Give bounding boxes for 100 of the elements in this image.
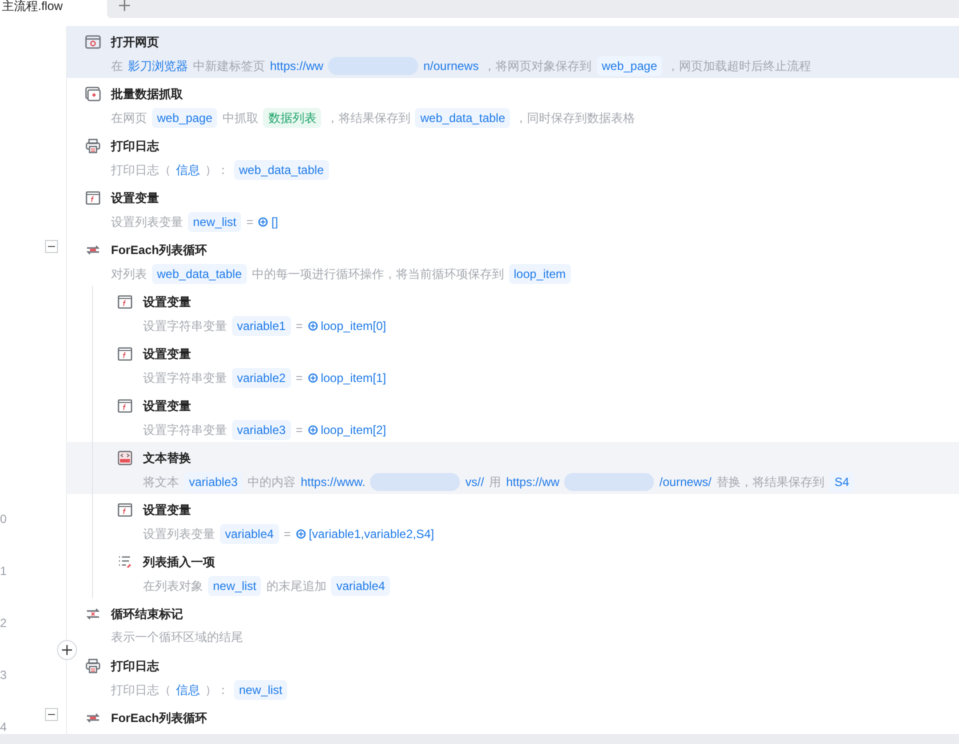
function-icon <box>117 294 133 310</box>
description-text: = <box>246 214 254 231</box>
line-number: 0 <box>0 511 7 528</box>
step-row[interactable]: 文本替换 将文本 variable3 中的内容 https://www. vs// 用 https://ww /ournews/ 替换，将结果保存到 S4 <box>66 442 959 494</box>
variable-chip[interactable]: variable1 <box>232 316 291 336</box>
description-text: ，同时保存到数据表格 <box>515 110 636 127</box>
step-title: 循环结束标记 <box>111 606 183 623</box>
parameter-link[interactable]: 信息 <box>176 681 200 699</box>
data-tag[interactable]: 数据列表 <box>263 108 322 128</box>
description-text: 中的每一项进行循环操作，将当前循环项保存到 <box>252 266 504 283</box>
step-title: 打印日志 <box>111 658 159 675</box>
expression-value[interactable]: [variable1,variable2,S4] <box>308 525 434 543</box>
function-icon <box>117 502 133 518</box>
step-title: 设置变量 <box>143 398 191 415</box>
loop-arrows-icon <box>85 606 101 622</box>
variable-chip[interactable]: web_data_table <box>234 160 329 180</box>
browser-window-icon <box>85 34 101 50</box>
description-text: 中抓取 <box>222 110 258 127</box>
line-number: 2 <box>0 615 7 632</box>
expression-icon <box>258 217 268 227</box>
variable-chip[interactable]: web_page <box>152 108 218 128</box>
variable-chip[interactable]: loop_item <box>508 264 571 284</box>
variable-chip[interactable]: new_list <box>188 212 242 232</box>
step-row[interactable]: 设置变量 设置列表变量 new_list = [] <box>66 182 959 234</box>
variable-chip[interactable]: S4 <box>829 472 854 492</box>
variable-chip[interactable]: web_data_table <box>415 108 510 128</box>
printer-icon <box>85 658 101 674</box>
description-text: ，将网页对象保存到 <box>484 58 592 75</box>
description-text: ，网页加载超时后终止流程 <box>667 58 812 75</box>
variable-chip[interactable]: variable3 <box>184 472 243 492</box>
variable-chip[interactable]: new_list <box>208 576 262 596</box>
step-title: 打开网页 <box>111 34 159 51</box>
function-icon <box>85 190 101 206</box>
line-number: 1 <box>0 563 7 580</box>
description-text: 将文本 <box>143 474 179 491</box>
step-row[interactable]: 列表插入一项 在列表对象 new_list 的末尾追加 variable4 <box>66 546 959 598</box>
variable-chip[interactable]: web_data_table <box>152 264 247 284</box>
description-text: = <box>296 370 303 387</box>
step-row[interactable]: 打印日志 打印日志（ 信息 ）： web_data_table <box>66 130 959 182</box>
parameter-link[interactable]: https://ww <box>270 57 324 75</box>
description-text: 替换，将结果保存到 <box>716 474 824 491</box>
function-icon <box>117 346 133 362</box>
step-title: 打印日志 <box>111 138 159 155</box>
list-edit-icon <box>117 554 133 570</box>
expression-value[interactable]: [] <box>271 213 278 231</box>
description-text: = <box>284 526 291 543</box>
step-row[interactable]: 设置变量 设置字符串变量 variable1 = loop_item[0] <box>66 286 959 338</box>
parameter-link[interactable]: https://ww <box>506 473 560 491</box>
parameter-link[interactable]: 信息 <box>176 161 200 179</box>
description-text: 设置列表变量 <box>143 526 215 543</box>
description-text: 的末尾追加 <box>266 578 326 595</box>
line-number: 3 <box>0 667 7 684</box>
variable-chip[interactable]: variable3 <box>232 420 291 440</box>
parameter-link[interactable]: 影刀浏览器 <box>128 57 188 75</box>
printer-icon <box>85 138 101 154</box>
add-tab-icon[interactable] <box>119 0 130 11</box>
step-row[interactable]: 批量数据抓取 在网页 web_page 中抓取 数据列表 ，将结果保存到 web_data_table ，同时保存到数据表格 <box>66 78 959 130</box>
description-text: 在 <box>111 58 123 75</box>
expression-icon <box>308 373 318 383</box>
variable-chip[interactable]: variable4 <box>331 576 390 596</box>
step-title: ForEach列表循环 <box>111 242 208 259</box>
variable-chip[interactable]: variable2 <box>232 368 291 388</box>
description-text: 对列表 <box>111 266 147 283</box>
collapse-toggle[interactable] <box>45 708 58 721</box>
expression-value[interactable]: loop_item[2] <box>320 421 386 439</box>
step-row[interactable]: 设置变量 设置字符串变量 variable2 = loop_item[1] <box>66 338 959 390</box>
step-title: 设置变量 <box>111 190 159 207</box>
description-text: 设置字符串变量 <box>143 422 227 439</box>
description-text: 设置列表变量 <box>111 214 183 231</box>
variable-chip[interactable]: new_list <box>234 680 288 700</box>
description-text: ）： <box>205 682 229 699</box>
step-title: 列表插入一项 <box>143 554 215 571</box>
variable-chip[interactable]: variable4 <box>220 524 279 544</box>
description-text: = <box>296 422 303 439</box>
collapse-toggle[interactable] <box>45 240 58 253</box>
parameter-link[interactable]: vs// <box>465 473 484 491</box>
step-row[interactable]: 设置变量 设置列表变量 variable4 = [variable1,variable2,S4] <box>66 494 959 546</box>
step-row[interactable]: ForEach列表循环 对列表 web_data_table 中的每一项进行循环操作，将当前循环项保存到 loop_item <box>66 234 959 286</box>
parameter-link[interactable]: https://www. <box>300 473 366 491</box>
window-stack-icon <box>85 86 101 102</box>
add-step-button[interactable] <box>57 640 77 660</box>
expression-icon <box>308 321 318 331</box>
description-text: ，将结果保存到 <box>326 110 410 127</box>
parameter-link[interactable]: /ournews/ <box>659 473 712 491</box>
parameter-link[interactable]: n/ournews <box>423 57 479 75</box>
description-text: 在网页 <box>111 110 147 127</box>
step-row[interactable]: 打印日志 打印日志（ 信息 ）： new_list <box>66 650 959 702</box>
step-row[interactable]: 打开网页 在 影刀浏览器 中新建标签页 https://ww n/ournews ，将网页对象保存到 web_page ，网页加载超时后终止流程 <box>66 26 959 78</box>
code-window-icon <box>117 450 133 466</box>
variable-chip[interactable]: web_page <box>596 56 662 76</box>
step-title: 设置变量 <box>143 502 191 519</box>
description-text: 设置字符串变量 <box>143 318 227 335</box>
description-text: 用 <box>489 474 502 491</box>
plus-icon <box>62 645 72 655</box>
expression-value[interactable]: loop_item[0] <box>320 317 386 335</box>
expression-value[interactable]: loop_item[1] <box>320 369 386 387</box>
description-text: 中的内容 <box>248 474 296 491</box>
description-text: 打印日志（ <box>111 162 171 179</box>
description-text: 表示一个循环区域的结尾 <box>111 629 243 646</box>
step-title: 批量数据抓取 <box>111 86 183 103</box>
